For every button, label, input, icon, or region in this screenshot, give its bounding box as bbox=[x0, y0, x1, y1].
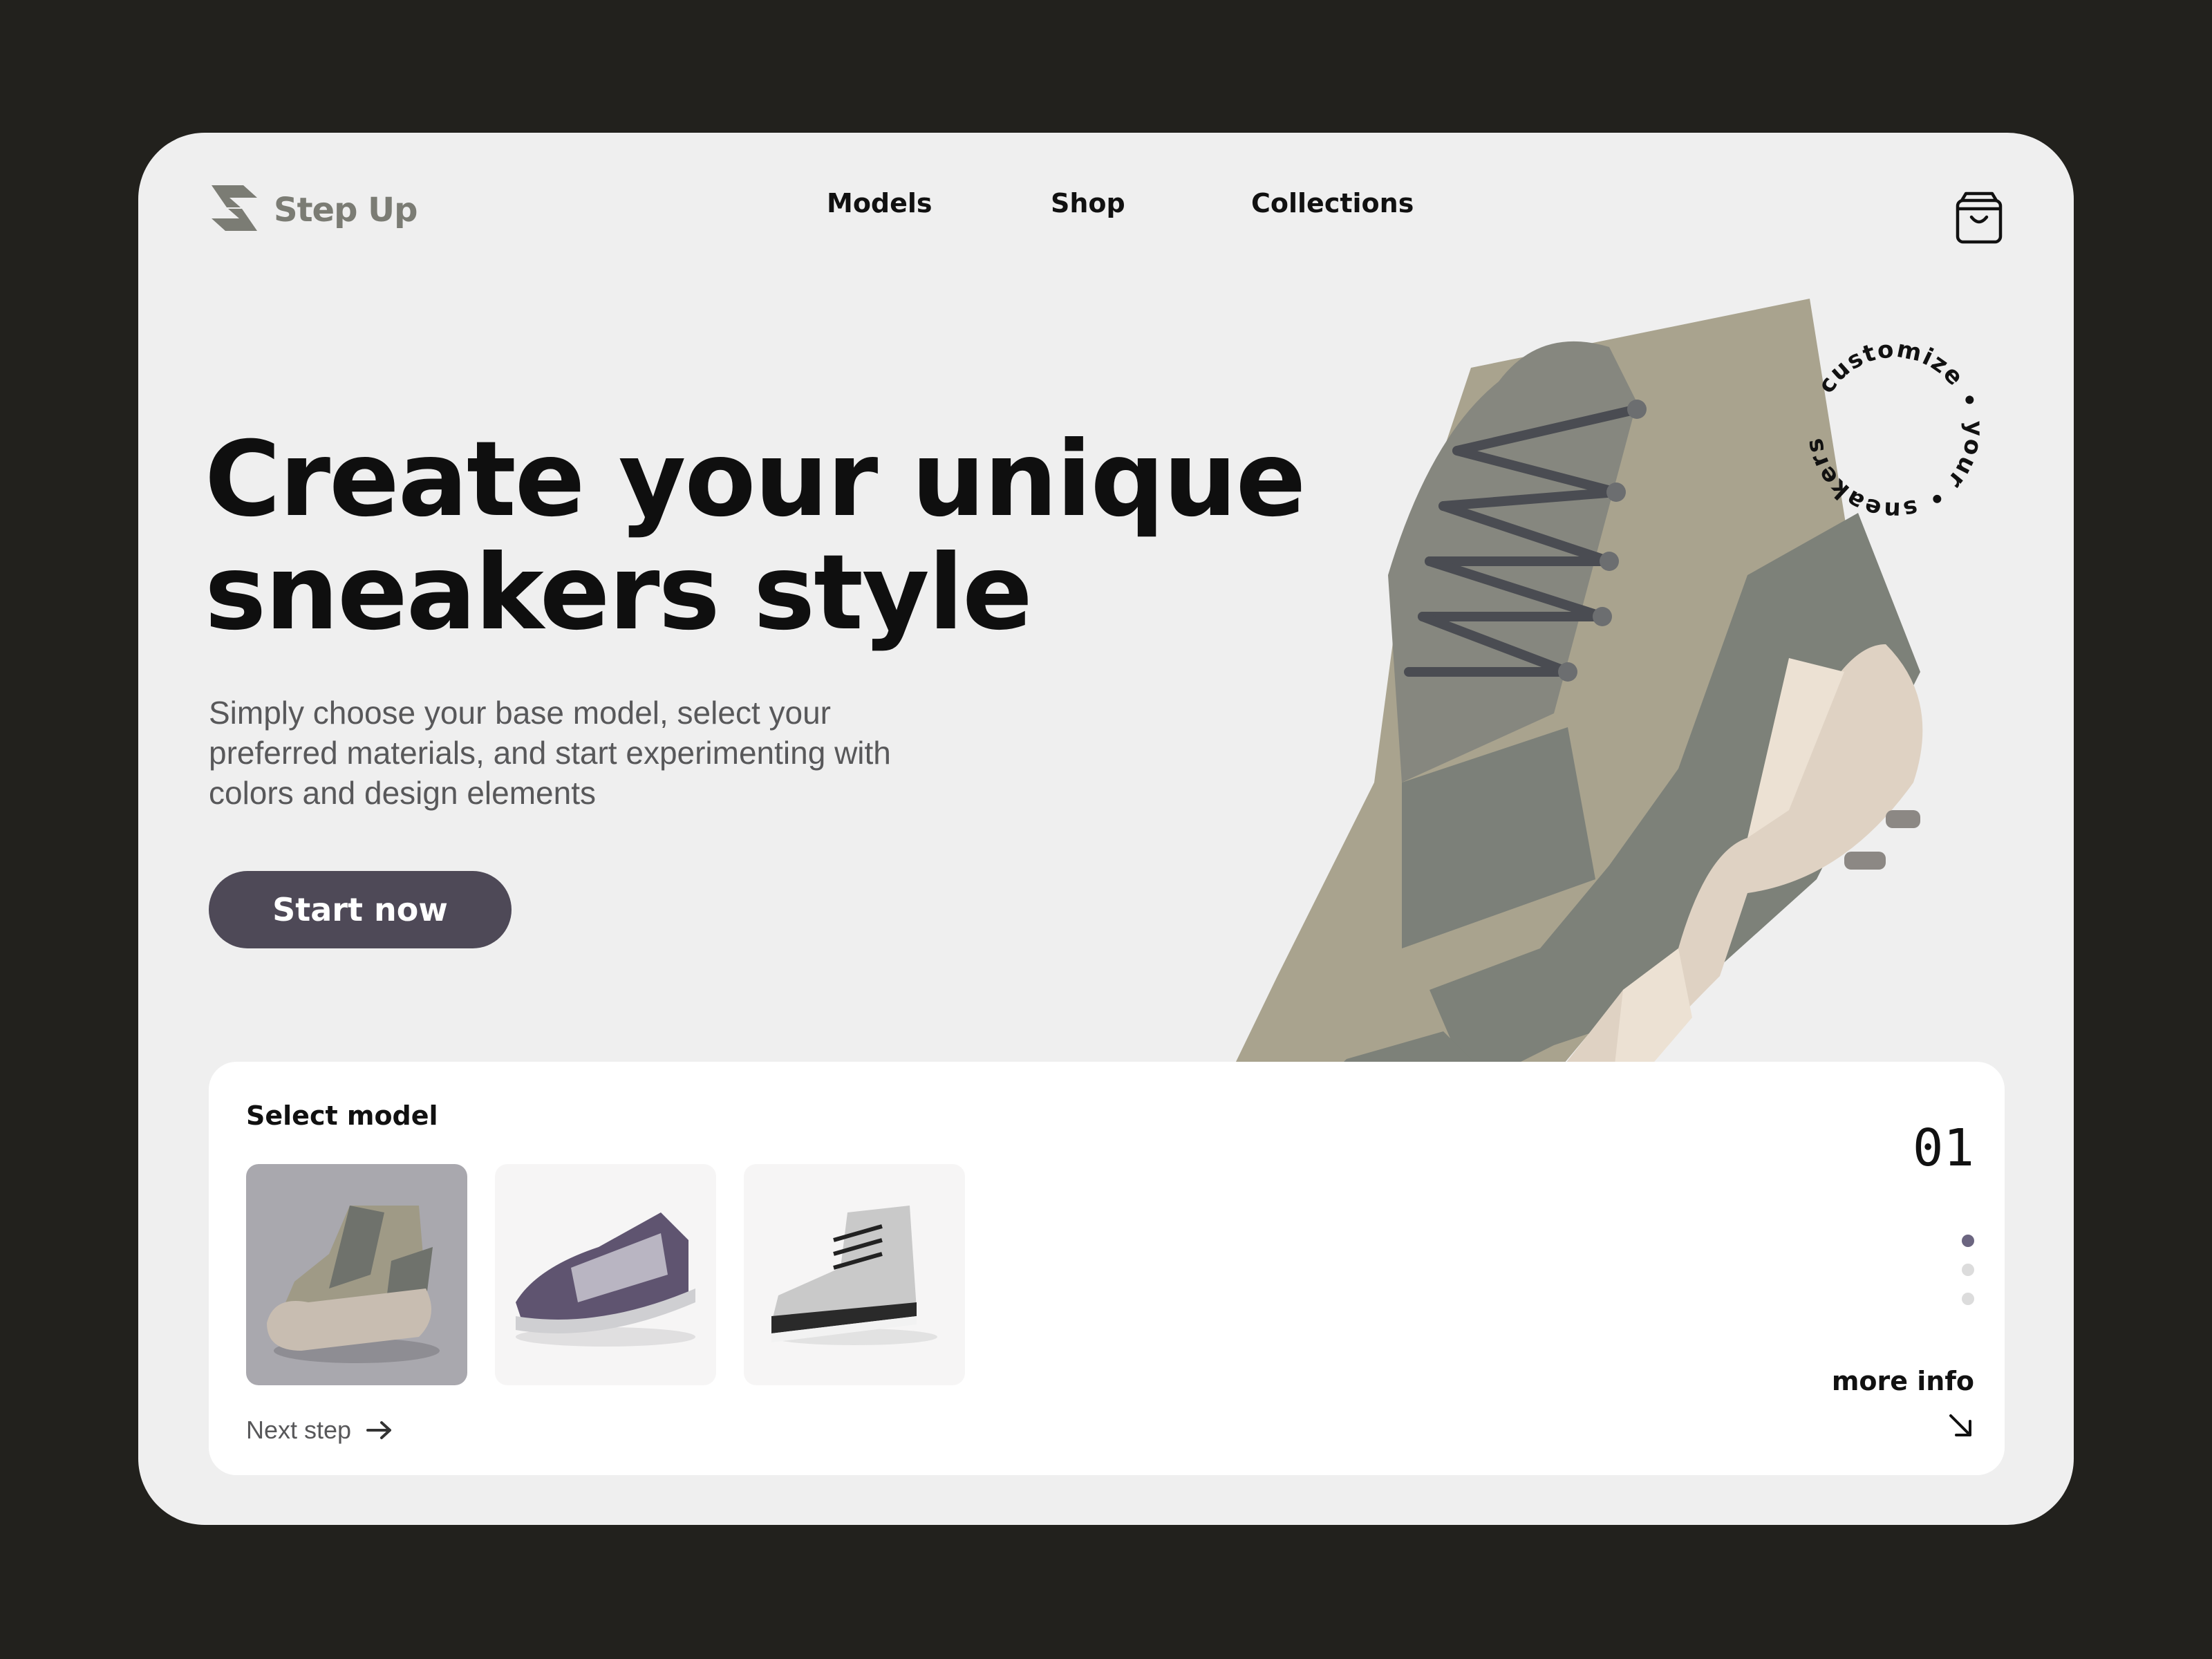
badge-text: customize • your • sneakers • bbox=[1790, 326, 1987, 524]
next-step-label: Next step bbox=[246, 1416, 352, 1444]
start-now-button[interactable]: Start now bbox=[209, 871, 512, 948]
nav-collections[interactable]: Collections bbox=[1251, 188, 1414, 218]
pagination-dots bbox=[1962, 1235, 1974, 1322]
more-info-link[interactable]: more info bbox=[1832, 1366, 1974, 1443]
select-model-panel: Select model Next step 01 more info bbox=[209, 1062, 2005, 1475]
main-nav: Models Shop Collections bbox=[138, 188, 2074, 229]
pagination-dot-2[interactable] bbox=[1962, 1264, 1974, 1276]
hero-subtitle: Simply choose your base model, select yo… bbox=[209, 695, 891, 811]
nav-shop[interactable]: Shop bbox=[1051, 188, 1125, 218]
next-step-link[interactable]: Next step bbox=[246, 1416, 394, 1445]
more-info-label: more info bbox=[1831, 1366, 1974, 1396]
arrow-down-right-icon bbox=[1949, 1414, 1971, 1436]
headline-line-1: Create your unique bbox=[205, 420, 1306, 540]
hero-headline: Create your unique sneakers style bbox=[205, 420, 1306, 653]
sneaker-model-2-image bbox=[516, 1212, 695, 1347]
model-counter: 01 bbox=[1912, 1118, 1974, 1178]
panel-title: Select model bbox=[246, 1100, 438, 1131]
cart-button[interactable] bbox=[1955, 191, 2003, 245]
pagination-dot-1[interactable] bbox=[1962, 1235, 1974, 1247]
nav-models[interactable]: Models bbox=[827, 188, 932, 218]
sneaker-model-1-image bbox=[267, 1206, 440, 1363]
pagination-dot-3[interactable] bbox=[1962, 1293, 1974, 1305]
model-thumbnail-2[interactable] bbox=[495, 1164, 716, 1385]
customize-badge: customize • your • sneakers • bbox=[1790, 326, 1988, 524]
headline-line-2: sneakers style bbox=[205, 533, 1033, 653]
sneaker-model-3-image bbox=[771, 1206, 937, 1345]
model-thumbnail-1[interactable] bbox=[246, 1164, 467, 1385]
model-thumbnail-3[interactable] bbox=[744, 1164, 965, 1385]
arrow-right-icon bbox=[366, 1421, 392, 1439]
main-card: Step Up Models Shop Collections Create y… bbox=[138, 133, 2074, 1525]
svg-text:customize • your • sneakers •: customize • your • sneakers • bbox=[1790, 326, 1988, 524]
shopping-bag-icon bbox=[1956, 191, 2003, 244]
